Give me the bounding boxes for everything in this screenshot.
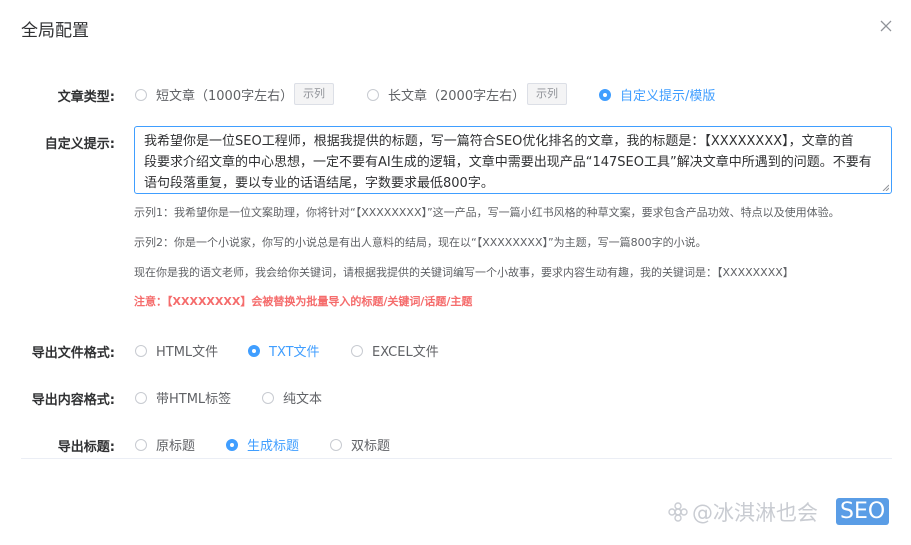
radio-original-title[interactable]: 原标题 — [135, 435, 195, 454]
radio-label: 长文章（2000字左右） — [388, 89, 526, 104]
radio-label: 带HTML标签 — [156, 392, 232, 407]
radio-plain-text[interactable]: 纯文本 — [262, 388, 322, 407]
radio-label: 生成标题 — [247, 439, 300, 454]
custom-prompt-textarea[interactable]: 我希望你是一位SEO工程师，根据我提供的标题，写一篇符合SEO优化排名的文章，我… — [134, 126, 892, 194]
example-1-text: 示列1：我希望你是一位文案助理，你将针对“【XXXXXXXX】”这一产品，写一篇… — [134, 206, 840, 219]
seo-badge: SEO — [836, 498, 890, 525]
radio-label: 纯文本 — [283, 392, 323, 407]
resize-grip-icon[interactable] — [882, 184, 889, 191]
radio-dot — [135, 344, 147, 357]
watermark: @冰淇淋也会 — [668, 497, 818, 527]
radio-txt-file[interactable]: TXT文件 — [248, 341, 320, 360]
radio-dot — [330, 438, 342, 451]
radio-label: 自定义提示/模版 — [620, 89, 716, 104]
replace-notice: 注意：【XXXXXXXX】会被替换为批量导入的标题/关键词/话题/主题 — [134, 295, 473, 308]
example-2-text: 示列2：你是一个小说家，你写的小说总是有出人意料的结局，现在以“【XXXXXXX… — [134, 236, 707, 249]
radio-label: TXT文件 — [269, 345, 320, 360]
radio-dot — [262, 391, 274, 404]
watermark-text: @冰淇淋也会 — [692, 501, 818, 525]
radio-dot — [367, 88, 379, 101]
radio-dot — [599, 88, 611, 101]
radio-label: 原标题 — [156, 439, 196, 454]
short-article-example-button[interactable]: 示列 — [294, 83, 334, 105]
radio-label: EXCEL文件 — [372, 345, 439, 360]
radio-short-article[interactable]: 短文章（1000字左右） — [135, 85, 293, 104]
radio-dot — [135, 391, 147, 404]
radio-label: 短文章（1000字左右） — [156, 89, 294, 104]
radio-excel-file[interactable]: EXCEL文件 — [351, 341, 439, 360]
radio-dot — [248, 344, 260, 357]
flower-icon — [668, 502, 688, 522]
radio-custom-prompt[interactable]: 自定义提示/模版 — [599, 85, 715, 104]
dialog-divider — [21, 458, 892, 459]
prompt-line: 段要求介绍文章的中心思想，一定不要有AI生成的逻辑，文章中需要出现产品“147S… — [144, 155, 872, 170]
article-type-label: 文章类型: — [57, 90, 115, 105]
radio-with-html-tags[interactable]: 带HTML标签 — [135, 388, 231, 407]
global-config-dialog: 全局配置 文章类型: 短文章（1000字左右） 示列 长文章（2000字左右） … — [0, 0, 911, 545]
radio-dot — [351, 344, 363, 357]
radio-dot — [226, 438, 238, 451]
radio-dot — [135, 438, 147, 451]
radio-generated-title[interactable]: 生成标题 — [226, 435, 299, 454]
close-icon[interactable] — [877, 17, 895, 35]
export-content-format-label: 导出内容格式: — [31, 393, 115, 408]
radio-label: HTML文件 — [156, 345, 219, 360]
prompt-line: 我希望你是一位SEO工程师，根据我提供的标题，写一篇符合SEO优化排名的文章，我… — [144, 134, 854, 149]
custom-prompt-label: 自定义提示: — [44, 137, 115, 152]
radio-double-title[interactable]: 双标题 — [330, 435, 390, 454]
radio-long-article[interactable]: 长文章（2000字左右） — [367, 85, 525, 104]
export-file-format-label: 导出文件格式: — [31, 346, 115, 361]
prompt-line: 语句段落重复，要以专业的话语结尾，字数要求最低800字。 — [144, 176, 494, 191]
radio-dot — [135, 88, 147, 101]
radio-html-file[interactable]: HTML文件 — [135, 341, 218, 360]
long-article-example-button[interactable]: 示列 — [527, 83, 567, 105]
dialog-title: 全局配置 — [21, 21, 89, 41]
example-3-text: 现在你是我的语文老师，我会给你关键词，请根据我提供的关键词编写一个小故事，要求内… — [134, 266, 794, 279]
export-title-label: 导出标题: — [57, 440, 115, 455]
radio-label: 双标题 — [351, 439, 391, 454]
